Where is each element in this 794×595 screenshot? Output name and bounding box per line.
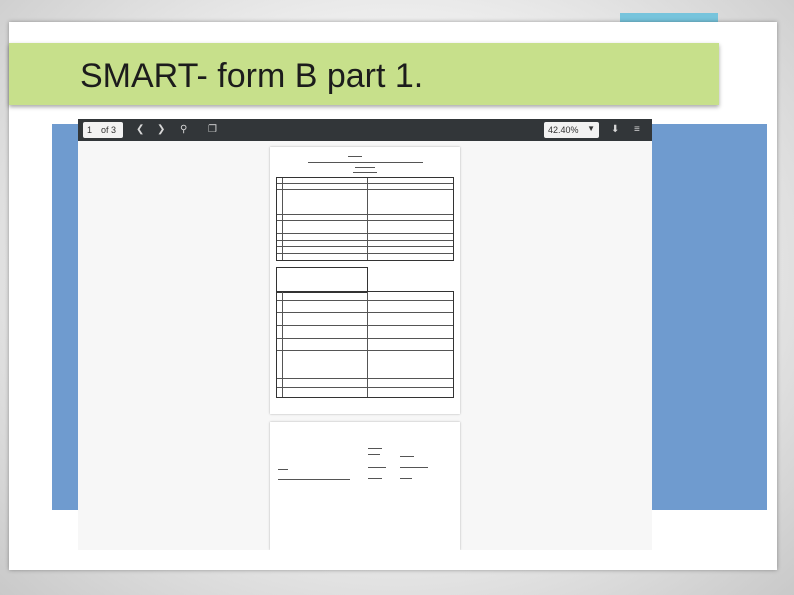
table-row-divider	[277, 220, 453, 221]
page-subheading-line	[355, 167, 375, 168]
table-column-divider	[282, 178, 283, 260]
table-row-divider	[277, 183, 453, 184]
chevron-right-icon[interactable]: ❯	[157, 123, 165, 137]
signature-line	[278, 469, 288, 470]
signature-line	[400, 478, 412, 479]
table-row-divider	[277, 253, 453, 254]
table-row-divider	[277, 233, 453, 234]
zoom-value: 42.40%	[548, 125, 579, 135]
page-heading-line	[348, 156, 362, 157]
chevron-down-icon: ▼	[587, 124, 595, 133]
table-row-divider	[277, 300, 453, 301]
chevron-left-icon[interactable]: ❮	[136, 123, 144, 137]
table-column-divider	[282, 292, 283, 397]
signature-line	[400, 456, 414, 457]
signature-line	[368, 478, 382, 479]
table-row-divider	[277, 189, 453, 190]
page-count-label: of 3	[101, 125, 117, 135]
form-note-box	[276, 267, 368, 293]
form-table-upper	[276, 177, 454, 261]
pdf-toolbar: 1 of 3 ❮ ❯ ⚲ ❐ 42.40% ▼ ⬇ ≡	[78, 119, 652, 141]
table-column-divider	[367, 178, 368, 260]
signature-line	[368, 467, 386, 468]
table-row-divider	[277, 338, 453, 339]
table-row-divider	[277, 325, 453, 326]
signature-line	[278, 479, 350, 480]
form-table-lower	[276, 291, 454, 398]
page-number-box[interactable]: 1 of 3	[83, 122, 123, 138]
slide-title: SMART- form B part 1.	[80, 57, 424, 95]
signature-line	[400, 467, 428, 468]
table-column-divider	[367, 292, 368, 397]
table-row-divider	[277, 387, 453, 388]
table-row-divider	[277, 214, 453, 215]
menu-icon[interactable]: ≡	[634, 123, 640, 137]
zoom-select[interactable]: 42.40% ▼	[544, 122, 599, 138]
table-row-divider	[277, 350, 453, 351]
copy-icon[interactable]: ❐	[208, 123, 217, 137]
table-row-divider	[277, 378, 453, 379]
download-icon[interactable]: ⬇	[611, 123, 619, 137]
pdf-page-1	[270, 147, 460, 414]
signature-line	[368, 454, 380, 455]
page-subheading-line	[308, 162, 423, 163]
table-row-divider	[277, 312, 453, 313]
pdf-viewer[interactable]: 1 of 3 ❮ ❯ ⚲ ❐ 42.40% ▼ ⬇ ≡	[78, 119, 652, 550]
table-row-divider	[277, 246, 453, 247]
pdf-page-2	[270, 422, 460, 550]
signature-line	[368, 448, 382, 449]
page-subheading-line	[353, 172, 377, 173]
table-row-divider	[277, 240, 453, 241]
current-page-input[interactable]: 1	[87, 125, 92, 135]
search-icon[interactable]: ⚲	[180, 123, 187, 137]
